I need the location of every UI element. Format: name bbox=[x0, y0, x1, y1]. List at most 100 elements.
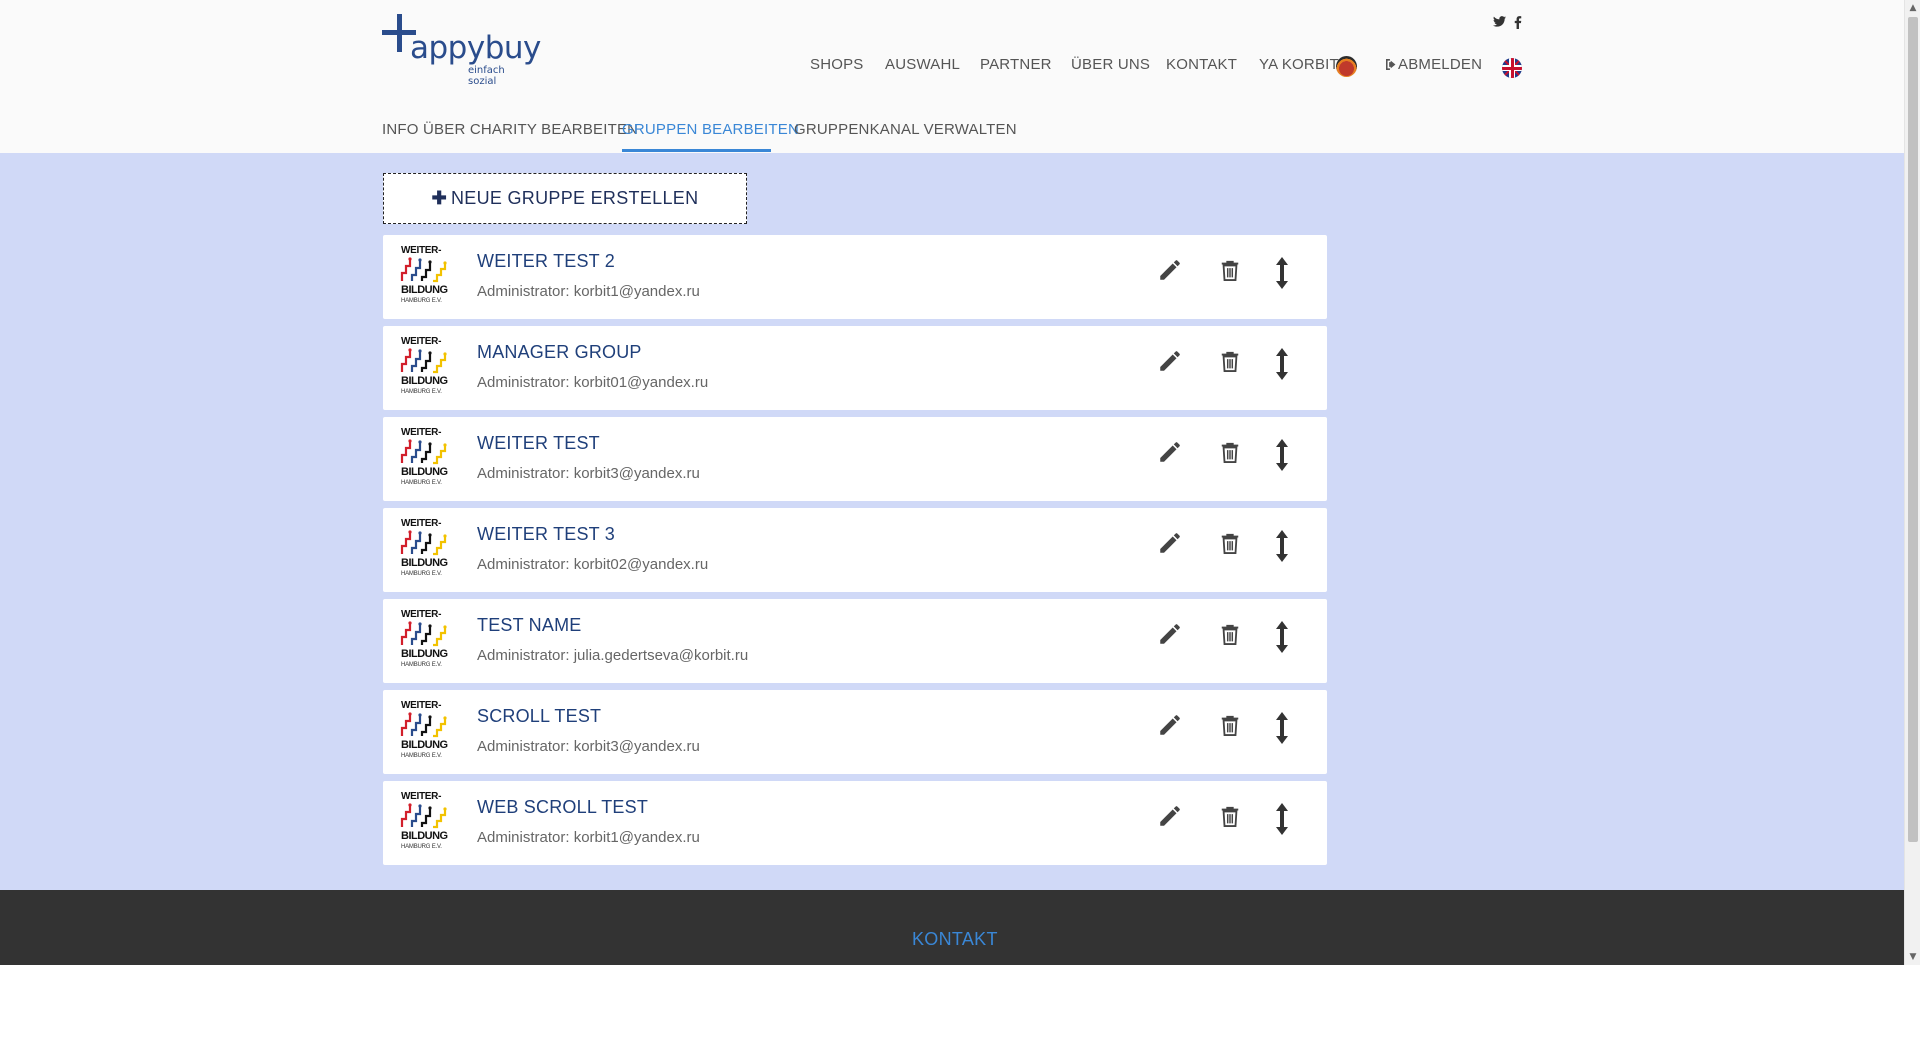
twitter-icon[interactable] bbox=[1493, 16, 1506, 31]
group-logo-line3: HAMBURG E.V. bbox=[401, 662, 442, 668]
edit-pencil-icon[interactable] bbox=[1157, 803, 1187, 839]
active-tab-indicator bbox=[622, 149, 771, 152]
group-name[interactable]: WEB SCROLL TEST bbox=[477, 797, 648, 818]
logout-label: ABMELDEN bbox=[1398, 56, 1483, 73]
site-header: appybuy einfach sozial SHOPS AUSWAHL PAR… bbox=[0, 0, 1904, 153]
scroll-down-arrow-icon[interactable]: ▼ bbox=[1905, 949, 1920, 965]
user-avatar[interactable] bbox=[1336, 56, 1357, 77]
group-name[interactable]: TEST NAME bbox=[477, 615, 581, 636]
stairs-logo-icon bbox=[400, 803, 452, 829]
edit-pencil-icon[interactable] bbox=[1157, 257, 1187, 293]
group-logo-line1: WEITER- bbox=[401, 609, 442, 620]
nav-kontakt[interactable]: KONTAKT bbox=[1166, 56, 1237, 73]
nav-ueber-uns[interactable]: ÜBER UNS bbox=[1071, 56, 1150, 73]
group-admin: Administrator: korbit1@yandex.ru bbox=[477, 829, 700, 846]
group-name[interactable]: SCROLL TEST bbox=[477, 706, 601, 727]
group-admin: Administrator: korbit1@yandex.ru bbox=[477, 283, 700, 300]
group-card: WEITER- BILDUNG HAMBURG E.V. SCROLL TEST Adm… bbox=[383, 690, 1327, 774]
group-logo-line2: BILDUNG bbox=[401, 557, 448, 569]
scrollbar-thumb[interactable] bbox=[1908, 17, 1918, 842]
stairs-logo-icon bbox=[400, 439, 452, 465]
new-group-button[interactable]: ✚ NEUE GRUPPE ERSTELLEN bbox=[383, 173, 747, 224]
edit-pencil-icon[interactable] bbox=[1157, 439, 1187, 475]
group-logo-line3: HAMBURG E.V. bbox=[401, 844, 442, 850]
group-logo-line1: WEITER- bbox=[401, 245, 442, 256]
group-card: WEITER- BILDUNG HAMBURG E.V. WEITER TEST 2 A… bbox=[383, 235, 1327, 319]
plus-icon: ✚ bbox=[431, 188, 447, 208]
group-logo-line2: BILDUNG bbox=[401, 648, 448, 660]
group-name[interactable]: WEITER TEST 3 bbox=[477, 524, 615, 545]
groups-main: ✚ NEUE GRUPPE ERSTELLEN WEITER- BILDUNG HAM… bbox=[0, 153, 1904, 890]
reorder-arrows-icon[interactable] bbox=[1275, 621, 1305, 657]
group-logo-line1: WEITER- bbox=[401, 791, 442, 802]
group-logo-line2: BILDUNG bbox=[401, 466, 448, 478]
edit-pencil-icon[interactable] bbox=[1157, 621, 1187, 657]
group-logo-line1: WEITER- bbox=[401, 427, 442, 438]
edit-pencil-icon[interactable] bbox=[1157, 530, 1187, 566]
group-card: WEITER- BILDUNG HAMBURG E.V. WEITER TEST Adm… bbox=[383, 417, 1327, 501]
tab-gruppen-bearbeiten[interactable]: GRUPPEN BEARBEITEN bbox=[622, 121, 799, 138]
scroll-up-arrow-icon[interactable]: ▲ bbox=[1905, 0, 1920, 16]
group-logo-line1: WEITER- bbox=[401, 700, 442, 711]
group-admin: Administrator: julia.gedertseva@korbit.r… bbox=[477, 647, 749, 664]
delete-trash-icon[interactable] bbox=[1219, 712, 1249, 748]
group-logo: WEITER- BILDUNG HAMBURG E.V. bbox=[400, 791, 452, 855]
nav-shops[interactable]: SHOPS bbox=[810, 56, 864, 73]
delete-trash-icon[interactable] bbox=[1219, 439, 1249, 475]
tab-info-charity[interactable]: INFO ÜBER CHARITY BEARBEITEN bbox=[382, 121, 638, 138]
group-logo: WEITER- BILDUNG HAMBURG E.V. bbox=[400, 245, 452, 309]
edit-pencil-icon[interactable] bbox=[1157, 712, 1187, 748]
group-logo-line3: HAMBURG E.V. bbox=[401, 389, 442, 395]
group-logo-line3: HAMBURG E.V. bbox=[401, 480, 442, 486]
footer-kontakt-title: KONTAKT bbox=[912, 929, 998, 949]
site-footer: KONTAKT bbox=[0, 890, 1904, 965]
stairs-logo-icon bbox=[400, 530, 452, 556]
group-name[interactable]: WEITER TEST bbox=[477, 433, 600, 454]
reorder-arrows-icon[interactable] bbox=[1275, 712, 1305, 748]
group-name[interactable]: WEITER TEST 2 bbox=[477, 251, 615, 272]
facebook-icon[interactable] bbox=[1514, 16, 1522, 33]
reorder-arrows-icon[interactable] bbox=[1275, 530, 1305, 566]
delete-trash-icon[interactable] bbox=[1219, 530, 1249, 566]
group-admin: Administrator: korbit02@yandex.ru bbox=[477, 556, 709, 573]
group-logo: WEITER- BILDUNG HAMBURG E.V. bbox=[400, 700, 452, 764]
group-logo-line3: HAMBURG E.V. bbox=[401, 753, 442, 759]
stairs-logo-icon bbox=[400, 348, 452, 374]
stairs-logo-icon bbox=[400, 621, 452, 647]
page-viewport: appybuy einfach sozial SHOPS AUSWAHL PAR… bbox=[0, 0, 1904, 965]
delete-trash-icon[interactable] bbox=[1219, 621, 1249, 657]
logo-wordmark: appybuy bbox=[410, 30, 541, 66]
edit-pencil-icon[interactable] bbox=[1157, 348, 1187, 384]
tab-gruppenkanal[interactable]: GRUPPENKANAL VERWALTEN bbox=[794, 121, 1017, 138]
group-card: WEITER- BILDUNG HAMBURG E.V. TEST NAME Admin… bbox=[383, 599, 1327, 683]
group-card: WEITER- BILDUNG HAMBURG E.V. WEB SCROLL TES… bbox=[383, 781, 1327, 865]
logout-icon bbox=[1386, 59, 1396, 70]
delete-trash-icon[interactable] bbox=[1219, 257, 1249, 293]
group-logo: WEITER- BILDUNG HAMBURG E.V. bbox=[400, 336, 452, 400]
group-logo-line2: BILDUNG bbox=[401, 284, 448, 296]
reorder-arrows-icon[interactable] bbox=[1275, 803, 1305, 839]
delete-trash-icon[interactable] bbox=[1219, 803, 1249, 839]
reorder-arrows-icon[interactable] bbox=[1275, 257, 1305, 293]
group-logo: WEITER- BILDUNG HAMBURG E.V. bbox=[400, 609, 452, 673]
stairs-logo-icon bbox=[400, 712, 452, 738]
group-admin: Administrator: korbit3@yandex.ru bbox=[477, 465, 700, 482]
appybuy-logo[interactable]: appybuy einfach sozial bbox=[382, 14, 541, 87]
reorder-arrows-icon[interactable] bbox=[1275, 348, 1305, 384]
page-scrollbar[interactable]: ▲ ▼ bbox=[1904, 0, 1920, 965]
logo-tagline: einfach sozial bbox=[468, 65, 505, 87]
nav-auswahl[interactable]: AUSWAHL bbox=[885, 56, 960, 73]
new-group-label: NEUE GRUPPE ERSTELLEN bbox=[451, 188, 699, 208]
nav-user-account[interactable]: YA KORBIT bbox=[1259, 56, 1339, 73]
group-card: WEITER- BILDUNG HAMBURG E.V. MANAGER GROUP A… bbox=[383, 326, 1327, 410]
group-logo: WEITER- BILDUNG HAMBURG E.V. bbox=[400, 427, 452, 491]
stairs-logo-icon bbox=[400, 257, 452, 283]
logout-link[interactable]: ABMELDEN bbox=[1385, 56, 1482, 73]
group-name[interactable]: MANAGER GROUP bbox=[477, 342, 642, 363]
reorder-arrows-icon[interactable] bbox=[1275, 439, 1305, 475]
group-logo-line1: WEITER- bbox=[401, 336, 442, 347]
delete-trash-icon[interactable] bbox=[1219, 348, 1249, 384]
language-flag-icon[interactable] bbox=[1502, 58, 1522, 78]
nav-partner[interactable]: PARTNER bbox=[980, 56, 1052, 73]
group-logo-line3: HAMBURG E.V. bbox=[401, 298, 442, 304]
